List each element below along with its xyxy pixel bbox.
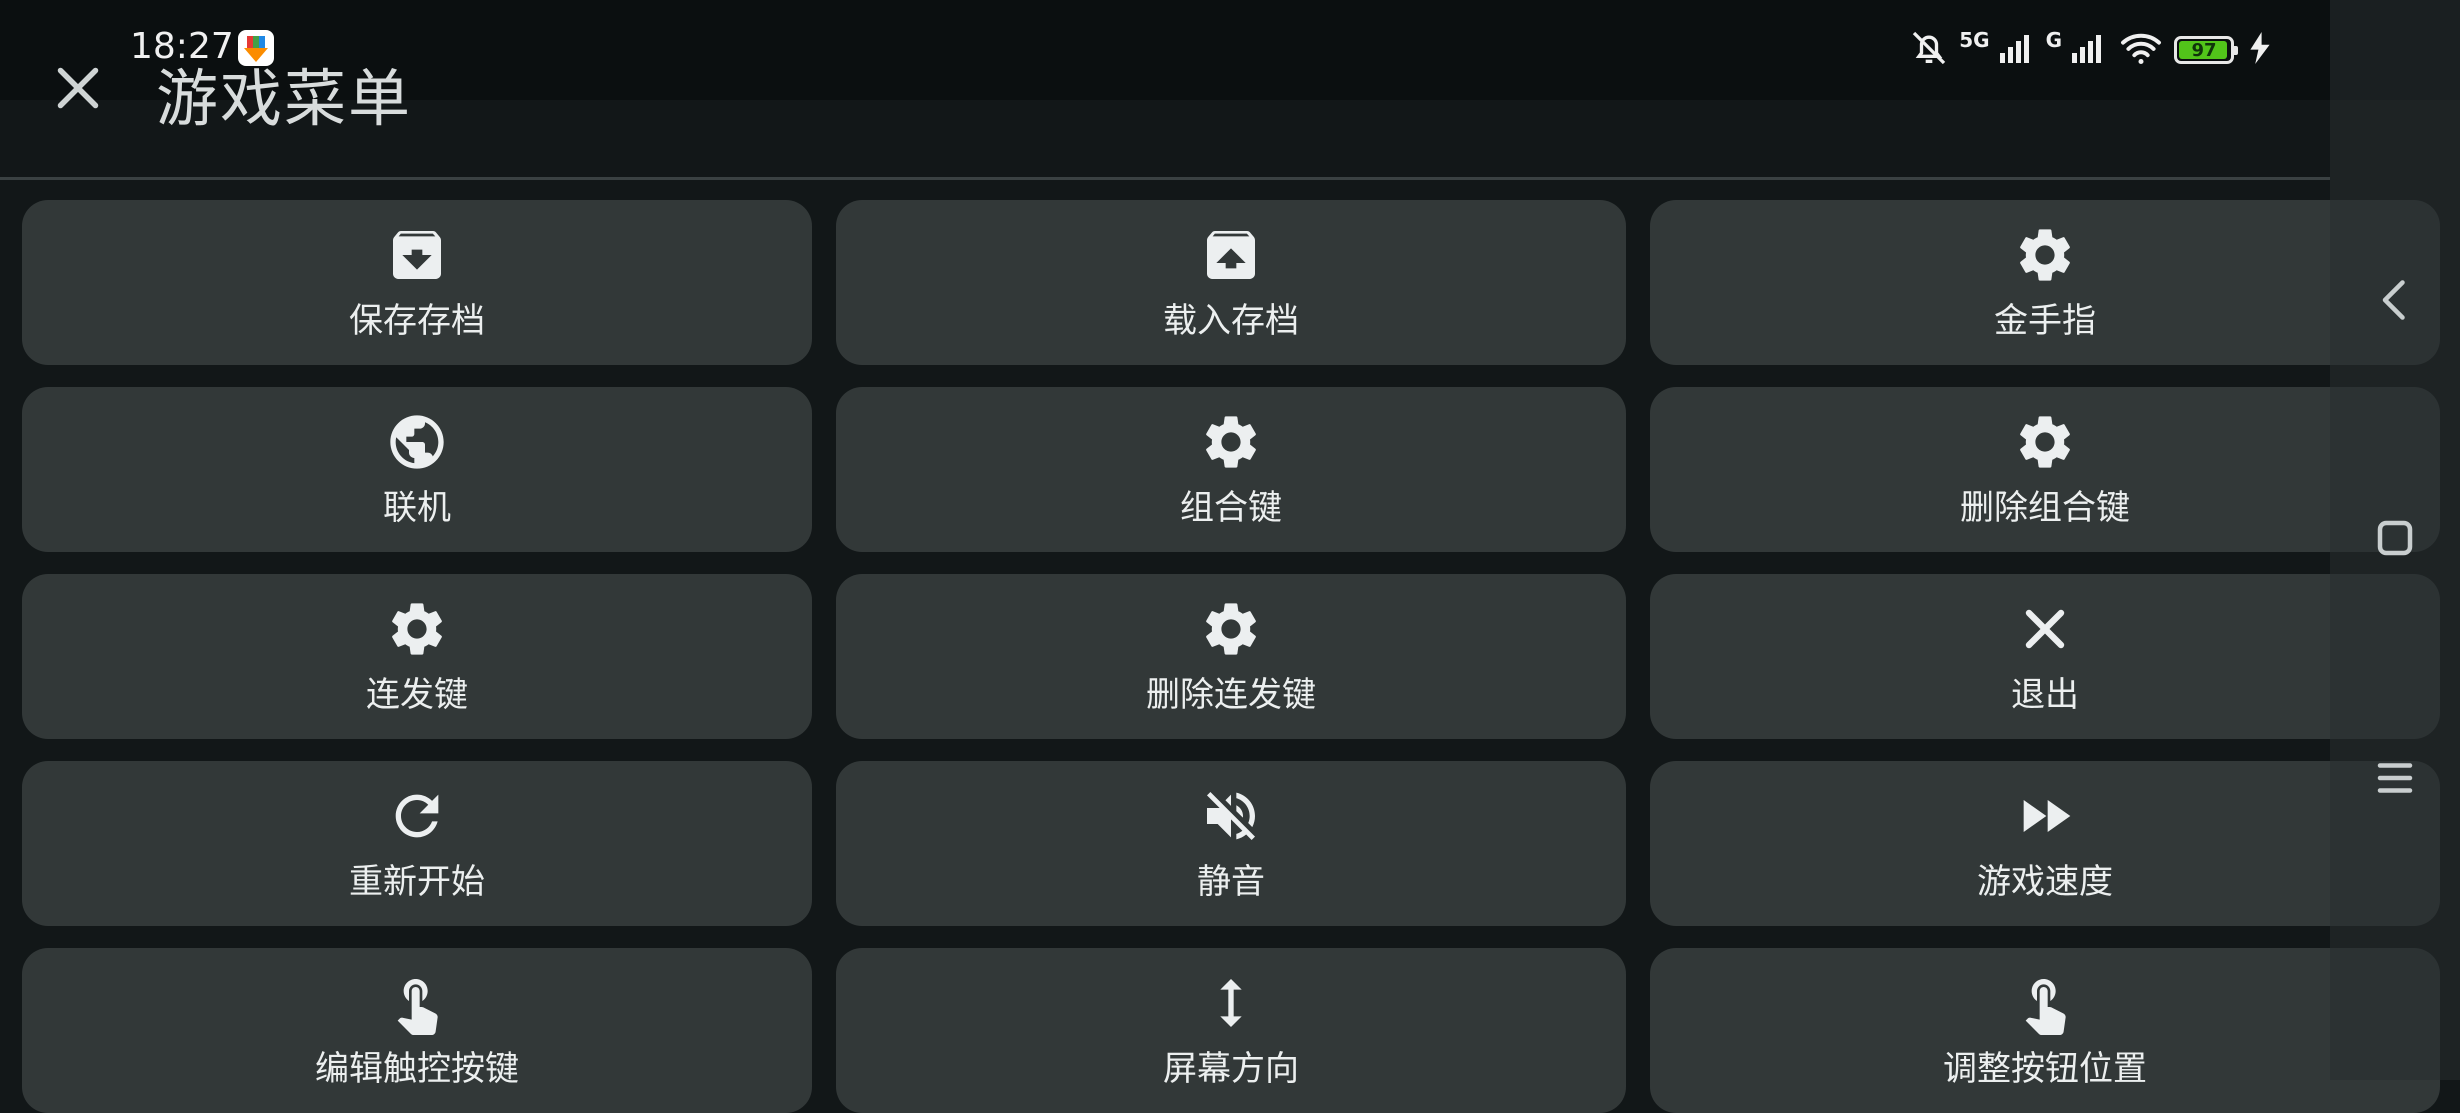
touch-icon xyxy=(385,971,449,1035)
menu-item-label: 编辑触控按键 xyxy=(315,1049,519,1089)
fast-forward-icon xyxy=(2013,784,2077,848)
adjust-button-position-button[interactable]: 调整按钮位置 xyxy=(1650,948,2440,1113)
page-title: 游戏菜单 xyxy=(156,62,413,135)
top-app-bar: 游戏菜单 xyxy=(0,0,2330,180)
close-icon[interactable] xyxy=(48,58,108,118)
gear-icon xyxy=(385,597,449,661)
menu-item-label: 屏幕方向 xyxy=(1163,1049,1299,1089)
menu-item-label: 保存存档 xyxy=(349,301,485,341)
gear-icon xyxy=(1199,597,1263,661)
menu-item-label: 重新开始 xyxy=(349,862,485,902)
game-speed-button[interactable]: 游戏速度 xyxy=(1650,761,2440,926)
netplay-button[interactable]: 联机 xyxy=(22,387,812,552)
delete-combo-keys-button[interactable]: 删除组合键 xyxy=(1650,387,2440,552)
menu-item-label: 载入存档 xyxy=(1163,301,1299,341)
cheats-button[interactable]: 金手指 xyxy=(1650,200,2440,365)
menu-item-label: 游戏速度 xyxy=(1977,862,2113,902)
restart-button[interactable]: 重新开始 xyxy=(22,761,812,926)
close-icon xyxy=(2013,597,2077,661)
home-icon[interactable] xyxy=(2365,508,2425,568)
refresh-icon xyxy=(385,784,449,848)
menu-item-label: 删除连发键 xyxy=(1146,675,1316,715)
load-state-button[interactable]: 载入存档 xyxy=(836,200,1626,365)
delete-turbo-keys-button[interactable]: 删除连发键 xyxy=(836,574,1626,739)
vertical-arrows-icon xyxy=(1199,971,1263,1035)
archive-save-icon xyxy=(385,223,449,287)
turbo-keys-button[interactable]: 连发键 xyxy=(22,574,812,739)
menu-item-label: 静音 xyxy=(1197,862,1265,902)
back-icon[interactable] xyxy=(2365,270,2425,330)
navigation-bar xyxy=(2330,0,2460,1080)
header-divider xyxy=(0,177,2330,180)
menu-item-label: 组合键 xyxy=(1180,488,1282,528)
menu-item-label: 调整按钮位置 xyxy=(1943,1049,2147,1089)
edit-touch-controls-button[interactable]: 编辑触控按键 xyxy=(22,948,812,1113)
combo-keys-button[interactable]: 组合键 xyxy=(836,387,1626,552)
menu-item-label: 联机 xyxy=(383,488,451,528)
mute-button[interactable]: 静音 xyxy=(836,761,1626,926)
gear-icon xyxy=(2013,223,2077,287)
globe-icon xyxy=(385,410,449,474)
volume-off-icon xyxy=(1199,784,1263,848)
menu-icon[interactable] xyxy=(2365,748,2425,808)
gear-icon xyxy=(2013,410,2077,474)
menu-item-label: 删除组合键 xyxy=(1960,488,2130,528)
screen-orientation-button[interactable]: 屏幕方向 xyxy=(836,948,1626,1113)
touch-icon xyxy=(2013,971,2077,1035)
exit-button[interactable]: 退出 xyxy=(1650,574,2440,739)
menu-item-label: 退出 xyxy=(2011,675,2079,715)
menu-item-label: 金手指 xyxy=(1994,301,2096,341)
save-state-button[interactable]: 保存存档 xyxy=(22,200,812,365)
gear-icon xyxy=(1199,410,1263,474)
archive-load-icon xyxy=(1199,223,1263,287)
menu-grid: 保存存档 载入存档 金手指 联机 组合键 删除组合键 连发键 删除连发键 退出 … xyxy=(22,200,2440,1113)
menu-item-label: 连发键 xyxy=(366,675,468,715)
